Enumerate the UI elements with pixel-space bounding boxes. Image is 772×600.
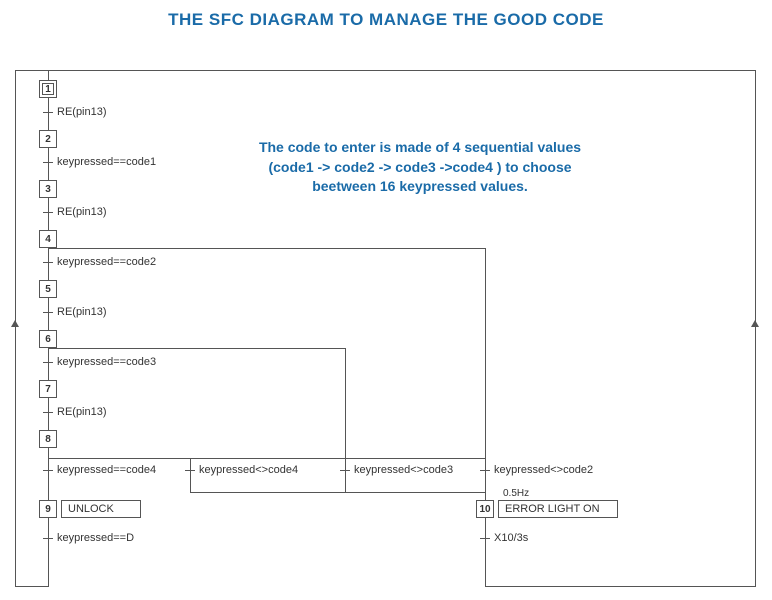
sfc-diagram: 1 RE(pin13) 2 keypressed==code1 3 RE(pin…	[15, 70, 757, 590]
div-from-4	[48, 248, 486, 249]
tick-t1	[43, 112, 53, 113]
tick-t3	[43, 212, 53, 213]
step-6: 6	[39, 330, 57, 348]
trans-t3: RE(pin13)	[57, 206, 107, 218]
branch-b	[190, 458, 191, 492]
tick-t8a	[43, 470, 53, 471]
step-9: 9	[39, 500, 57, 518]
arrow-left-loop	[11, 320, 19, 327]
trans-t8a: keypressed==code4	[57, 464, 156, 476]
branch-c	[345, 458, 346, 492]
tick-t8b	[185, 470, 195, 471]
trans-t4: keypressed==code2	[57, 256, 156, 268]
step-2: 2	[39, 130, 57, 148]
tick-t6	[43, 362, 53, 363]
trans-t8c: keypressed<>code3	[354, 464, 453, 476]
tick-t2	[43, 162, 53, 163]
trans-t10: X10/3s	[494, 532, 528, 544]
bottom-left-rail	[15, 586, 49, 587]
trans-t8b: keypressed<>code4	[199, 464, 298, 476]
step-4: 4	[39, 230, 57, 248]
tick-t8d	[480, 470, 490, 471]
div-line-4	[485, 248, 486, 458]
trans-t1: RE(pin13)	[57, 106, 107, 118]
trans-t5: RE(pin13)	[57, 306, 107, 318]
arrow-right-loop	[751, 320, 759, 327]
trans-t8d: keypressed<>code2	[494, 464, 593, 476]
div-line-6	[345, 348, 346, 458]
tick-t10	[480, 538, 490, 539]
tick-t4	[43, 262, 53, 263]
step-7: 7	[39, 380, 57, 398]
bottom-right-rail	[485, 586, 756, 587]
step-1: 1	[39, 80, 57, 98]
step-10: 10	[476, 500, 494, 518]
action-unlock: UNLOCK	[61, 500, 141, 518]
tick-t5	[43, 312, 53, 313]
div-from-6	[48, 348, 346, 349]
step-3: 3	[39, 180, 57, 198]
tick-t9	[43, 538, 53, 539]
step-8: 8	[39, 430, 57, 448]
convergence-line	[190, 492, 486, 493]
step-5: 5	[39, 280, 57, 298]
trans-t9: keypressed==D	[57, 532, 134, 544]
page-title: THE SFC DIAGRAM TO MANAGE THE GOOD CODE	[0, 0, 772, 30]
trans-t2: keypressed==code1	[57, 156, 156, 168]
branch-d	[485, 458, 486, 586]
tick-t7	[43, 412, 53, 413]
trans-t6: keypressed==code3	[57, 356, 156, 368]
right-loop	[755, 70, 756, 586]
divergence-top	[48, 458, 486, 459]
qualifier-05hz: 0.5Hz	[503, 488, 529, 499]
trans-t7: RE(pin13)	[57, 406, 107, 418]
top-rail	[15, 70, 755, 71]
tick-t8c	[340, 470, 350, 471]
action-error: ERROR LIGHT ON	[498, 500, 618, 518]
left-loop	[15, 70, 16, 586]
